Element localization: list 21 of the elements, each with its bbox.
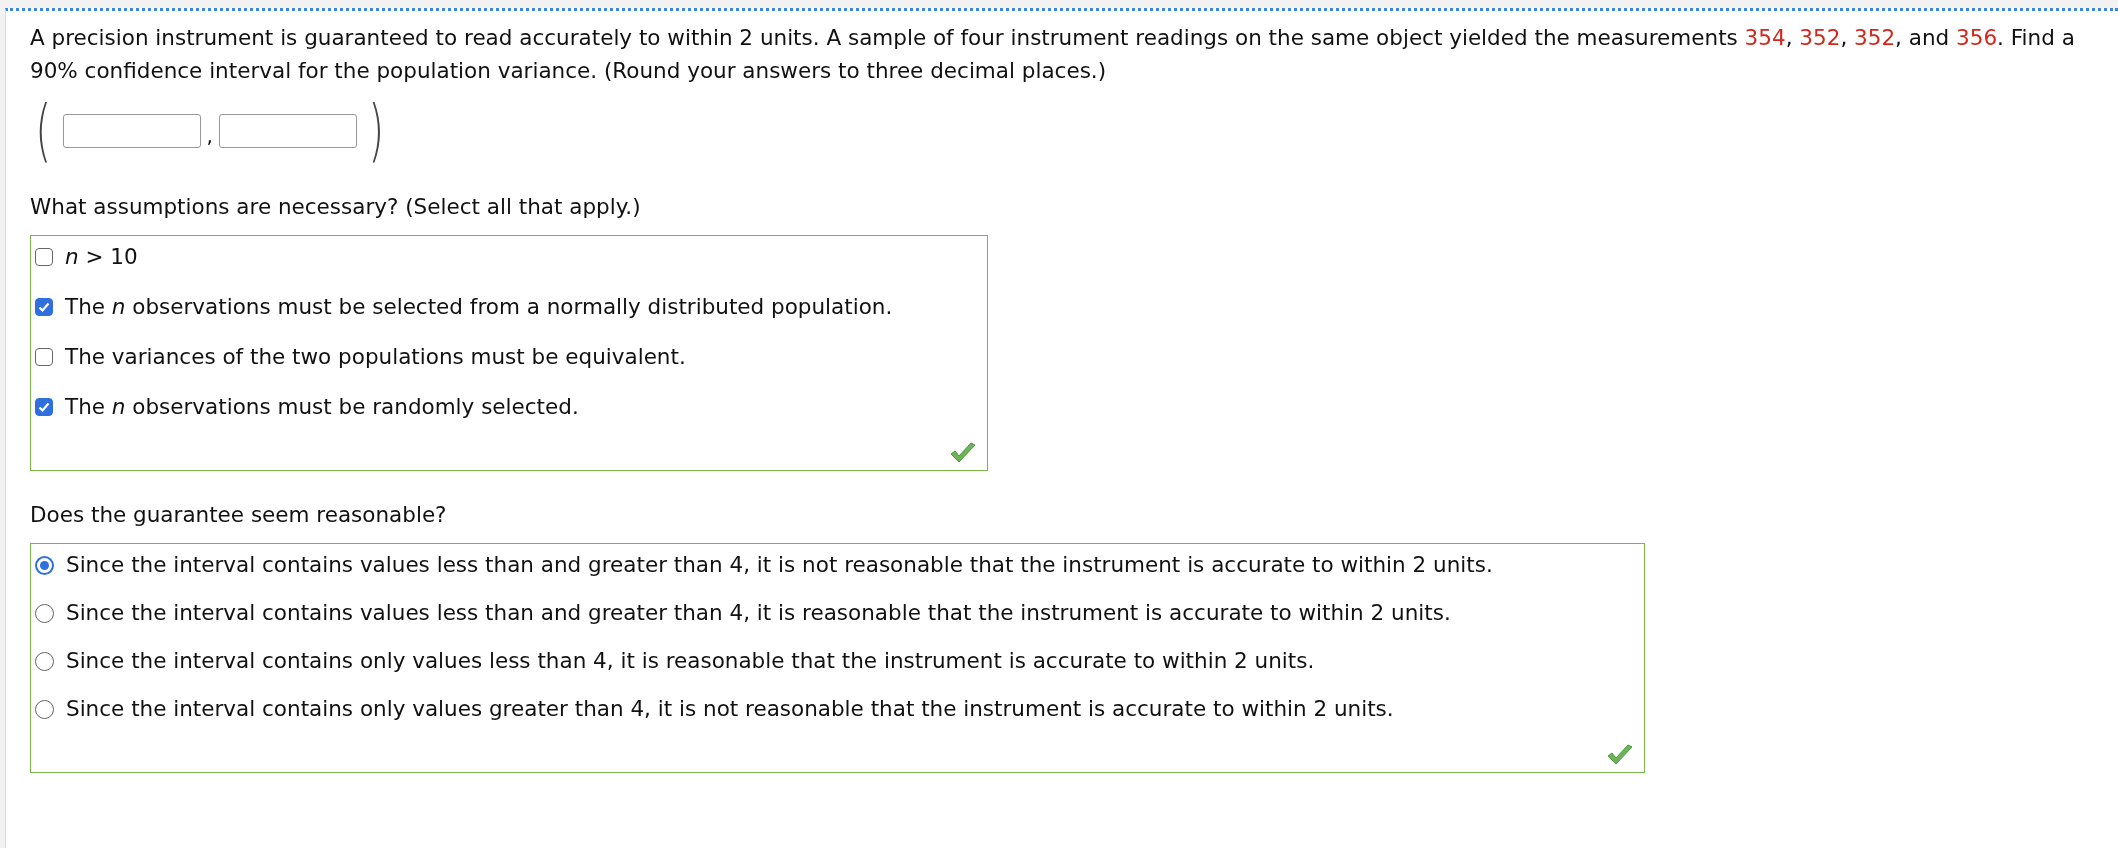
- checkbox[interactable]: [35, 248, 53, 266]
- option-label: The n observations must be selected from a normally distributed population.: [65, 294, 893, 320]
- checkbox[interactable]: [35, 398, 53, 416]
- option-label: The variances of the two populations must be equivalent.: [65, 344, 686, 370]
- comma-separator: ,: [206, 124, 213, 148]
- option-label: Since the interval contains only values less than 4, it is reasonable that the instrument is accurate to within 2 units.: [66, 648, 1315, 674]
- option-label: Since the interval contains only values greater than 4, it is not reasonable that the instrument is accurate to within 2 units.: [66, 696, 1394, 722]
- close-parenthesis: ): [368, 97, 385, 165]
- question-prompt: What assumptions are necessary? (Select all that apply.): [30, 193, 642, 221]
- checkbox[interactable]: [35, 298, 53, 316]
- option-label: Since the interval contains values less than and greater than 4, it is not reasonable that the instrument is accurate to within 2 units.: [66, 552, 1493, 578]
- checkbox[interactable]: [35, 348, 53, 366]
- answer-field[interactable]: [218, 114, 357, 148]
- option-label: n > 10: [65, 244, 138, 270]
- question-text: A precision instrument is guaranteed to read accurately to within 2 units. A sample of four instrument readings on the same object yielded the measurements 354, 352, 352, and 356. Find a 90% confidence interval for the population variance. (Round your answers to three decimal places.): [30, 24, 2076, 85]
- answer-field[interactable]: [62, 114, 201, 148]
- option-label: The n observations must be randomly selected.: [65, 394, 579, 420]
- question-prompt: Does the guarantee seem reasonable?: [30, 501, 448, 529]
- option-label: Since the interval contains values less than and greater than 4, it is reasonable that the instrument is accurate to within 2 units.: [66, 600, 1451, 626]
- radio-button[interactable]: [35, 555, 54, 575]
- open-parenthesis: (: [35, 97, 52, 165]
